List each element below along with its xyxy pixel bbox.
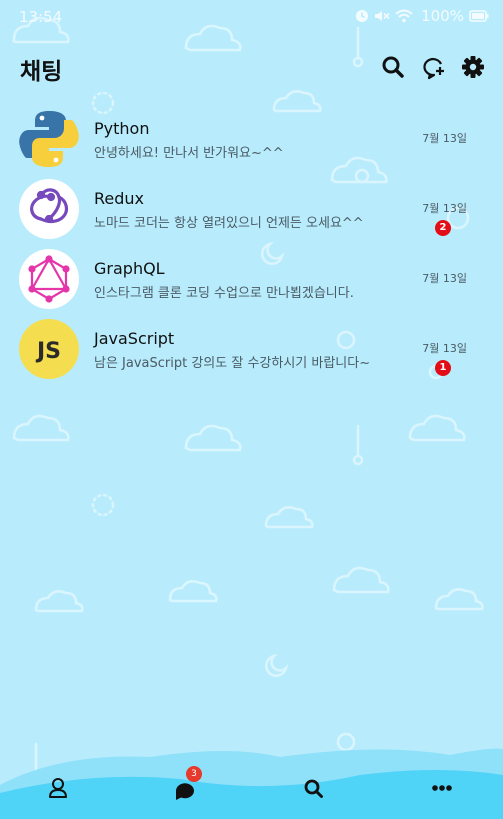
chat-item-python[interactable]: Python 안녕하세요! 만나서 반가워요~^^ 7월 13일 (0, 104, 503, 174)
status-bar: 13:54 100% (0, 0, 503, 34)
graphql-logo-icon (28, 255, 70, 303)
page-title: 채팅 (20, 59, 63, 85)
battery-percent: 100% (421, 7, 464, 25)
chat-item-redux[interactable]: Redux 노마드 코더는 항상 열려있으니 언제든 오세요^^ 7월 13일 … (0, 174, 503, 244)
chat-preview: 안녕하세요! 만나서 반가워요~^^ (94, 146, 284, 161)
app-header: 채팅 (0, 44, 503, 90)
battery-icon (469, 10, 489, 22)
status-time: 13:54 (19, 8, 63, 26)
chat-date: 7월 13일 (422, 202, 467, 215)
redux-logo-icon (30, 188, 69, 224)
chat-name: JavaScript (94, 329, 175, 348)
chat-preview: 남은 JavaScript 강의도 잘 수강하시기 바랍니다~ (94, 356, 371, 371)
profile-icon[interactable] (38, 773, 78, 807)
alarm-icon (356, 10, 369, 22)
chat-name: Redux (94, 189, 145, 208)
unread-badge: 2 (435, 220, 451, 236)
wifi-icon (395, 9, 413, 23)
chat-item-javascript[interactable]: JS JavaScript 남은 JavaScript 강의도 잘 수강하시기 … (0, 314, 503, 384)
chat-preview: 노마드 코더는 항상 열려있으니 언제든 오세요^^ (94, 216, 364, 231)
js-logo-text: JS (35, 339, 61, 364)
chat-item-graphql[interactable]: GraphQL 인스타그램 클론 코딩 수업으로 만나뵙겠습니다. 7월 13일 (0, 244, 503, 314)
search-icon[interactable] (380, 54, 406, 80)
bottom-nav: 3 (0, 735, 503, 819)
chat-date: 7월 13일 (422, 342, 467, 355)
chat-date: 7월 13일 (422, 132, 467, 145)
chat-name: GraphQL (94, 259, 165, 278)
javascript-logo-icon: JS (35, 339, 61, 364)
settings-icon[interactable] (460, 54, 486, 80)
chat-unread-badge: 3 (186, 766, 202, 782)
graphql-logo-avatar (19, 249, 79, 309)
search-icon[interactable] (294, 773, 334, 807)
javascript-logo-avatar: JS (19, 319, 79, 379)
new-chat-icon[interactable] (421, 54, 447, 80)
python-logo-avatar (19, 109, 79, 169)
chat-date: 7월 13일 (422, 272, 467, 285)
chat-list: Python 안녕하세요! 만나서 반가워요~^^ 7월 13일 Redux 노… (0, 104, 503, 384)
chat-preview: 인스타그램 클론 코딩 수업으로 만나뵙겠습니다. (94, 286, 354, 301)
mute-icon (375, 11, 390, 21)
chat-screen: 13:54 100% 채팅 Python 안녕하세요! 만나서 반가워요~^^ … (0, 0, 503, 819)
redux-logo-avatar (19, 179, 79, 239)
status-icons: 100% (355, 7, 489, 25)
unread-badge: 1 (435, 360, 451, 376)
python-logo-icon (19, 111, 79, 167)
more-icon[interactable] (422, 773, 462, 807)
chat-name: Python (94, 119, 150, 138)
